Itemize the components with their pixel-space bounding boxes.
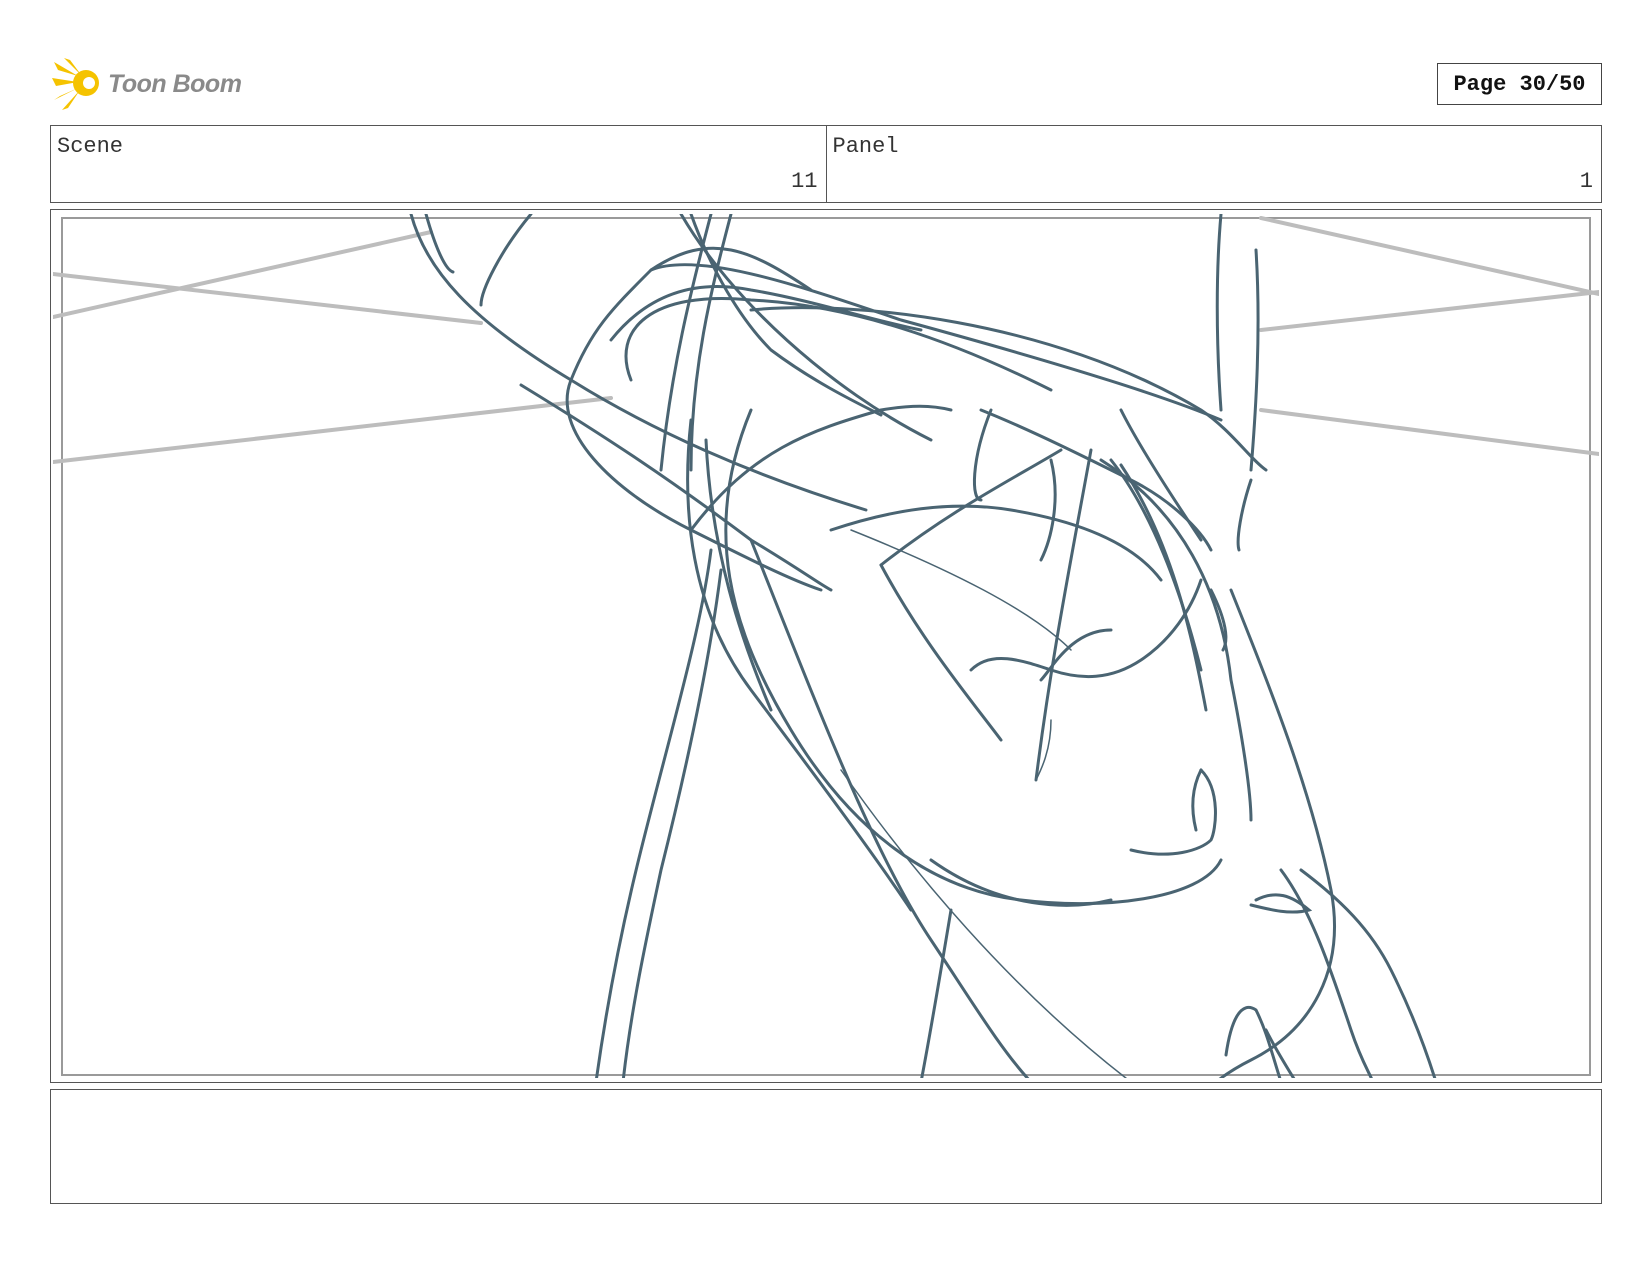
scene-label: Scene xyxy=(57,134,124,159)
scene-cell: Scene 11 xyxy=(51,126,826,202)
toon-boom-logo: Toon Boom xyxy=(52,56,242,112)
toon-boom-burst-icon xyxy=(52,58,99,110)
panel-notes-box xyxy=(50,1089,1602,1204)
scene-number: 11 xyxy=(791,169,818,194)
logo-text: Toon Boom xyxy=(108,69,242,98)
storyboard-panel xyxy=(50,209,1602,1083)
panel-cell: Panel 1 xyxy=(825,126,1602,202)
panel-label: Panel xyxy=(832,134,899,159)
safe-area-frame xyxy=(61,217,1591,1076)
perspective-guides xyxy=(53,216,1599,464)
panel-number: 1 xyxy=(1579,169,1593,194)
scene-panel-header: Scene 11 Panel 1 xyxy=(50,125,1602,203)
page-number: Page 30/50 xyxy=(1437,63,1602,105)
thin-sketch-strokes xyxy=(840,529,1128,1078)
sketch-strokes xyxy=(409,214,1437,1078)
panel-sketch xyxy=(53,214,1599,1078)
